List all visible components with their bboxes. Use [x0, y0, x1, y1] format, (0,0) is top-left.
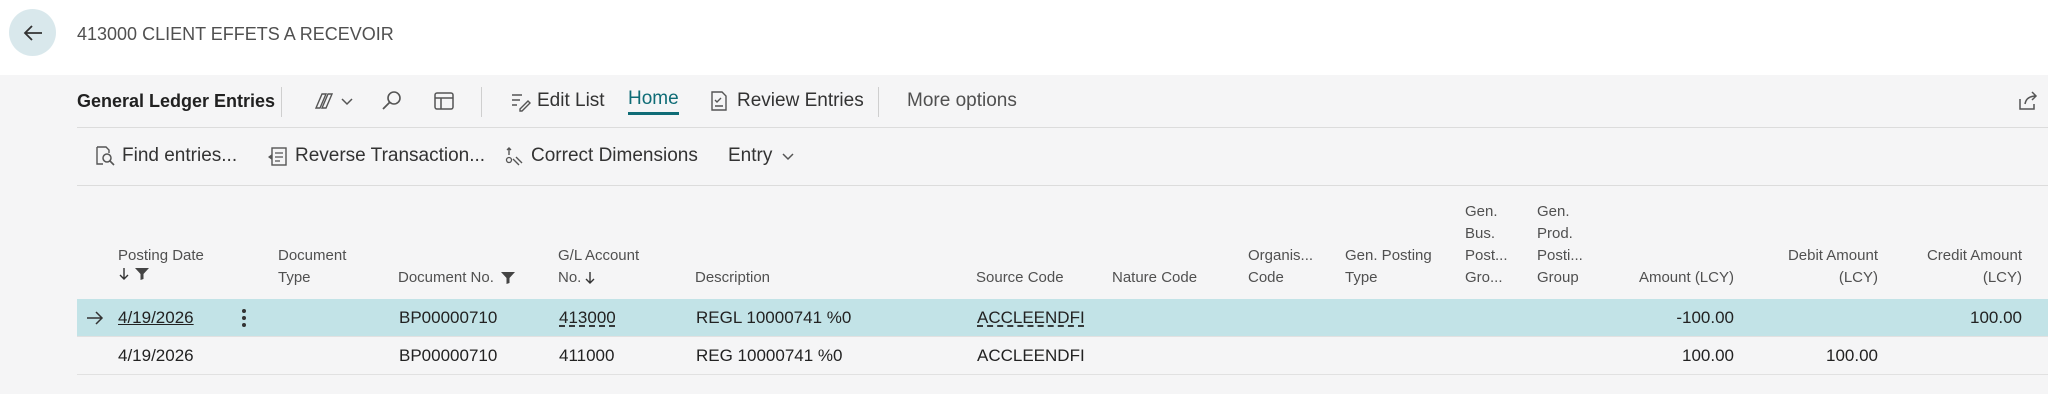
sort-descending-icon — [585, 272, 595, 284]
page-name: General Ledger Entries — [77, 90, 276, 111]
page-title: 413000 CLIENT EFFETS A RECEVOIR — [77, 24, 394, 44]
document-no-cell: BP00000710 — [399, 307, 498, 327]
column-header-document-no[interactable]: Document No. — [398, 267, 516, 289]
share-icon — [2019, 91, 2038, 110]
document-check-icon — [711, 91, 727, 111]
column-header-document-type[interactable]: Document Type — [278, 245, 346, 289]
more-vertical-icon — [242, 308, 246, 327]
column-header-amount[interactable]: Amount (LCY) — [1610, 267, 1734, 289]
column-header-source-code[interactable]: Source Code — [976, 267, 1064, 289]
description-cell: REG 10000741 %0 — [696, 345, 843, 365]
correct-dimensions-button[interactable]: Correct Dimensions — [503, 127, 698, 185]
column-header-nature-code[interactable]: Nature Code — [1112, 267, 1197, 289]
correct-dimensions-label: Correct Dimensions — [531, 145, 698, 166]
amount-cell: 100.00 — [1682, 345, 1734, 365]
view-layout-button[interactable] — [433, 75, 455, 127]
divider — [281, 87, 282, 117]
table-row[interactable]: 4/19/2026 BP00000710 413000 REGL 1000074… — [77, 299, 2048, 337]
posting-date-cell: 4/19/2026 — [118, 345, 194, 365]
column-header-gen-prod-posting-group[interactable]: Gen. Prod. Posti... Group — [1537, 201, 1583, 289]
share-button[interactable] — [2017, 75, 2039, 127]
find-entries-label: Find entries... — [122, 145, 238, 166]
document-no-cell: BP00000710 — [399, 345, 498, 365]
posting-date-cell[interactable]: 4/19/2026 — [118, 299, 194, 336]
gl-account-cell: 411000 — [559, 345, 615, 365]
column-header-credit-amount[interactable]: Credit Amount (LCY) — [1888, 245, 2022, 289]
debit-amount-cell — [1744, 299, 1878, 336]
edit-list-label: Edit List — [537, 90, 605, 111]
command-bar: Find entries... Reverse Transaction... C… — [77, 127, 2048, 186]
search-button[interactable] — [380, 75, 404, 127]
find-entries-icon — [96, 146, 115, 166]
edit-list-icon — [512, 94, 531, 112]
source-code-cell[interactable]: ACCLEENDFI — [977, 299, 1085, 336]
chevron-down-icon — [341, 98, 353, 106]
column-header-gen-posting-type[interactable]: Gen. Posting Type — [1345, 245, 1432, 289]
reverse-transaction-icon — [268, 147, 287, 166]
layout-icon — [434, 92, 454, 110]
divider — [878, 87, 879, 117]
credit-amount-cell: 100.00 — [1970, 307, 2022, 327]
sort-descending-icon — [119, 268, 129, 280]
review-entries-label: Review Entries — [737, 90, 864, 111]
search-icon — [382, 91, 401, 110]
tab-home-label: Home — [628, 88, 679, 115]
entry-menu-label: Entry — [728, 145, 773, 166]
entry-menu-button[interactable]: Entry — [728, 127, 802, 185]
reverse-transaction-label: Reverse Transaction... — [295, 145, 486, 166]
filter-icon — [500, 272, 515, 284]
column-header-gl-account[interactable]: G/L Account No. — [558, 245, 639, 289]
description-cell: REGL 10000741 %0 — [696, 307, 852, 327]
current-row-arrow-icon — [86, 299, 104, 336]
source-code-cell: ACCLEENDFI — [977, 345, 1085, 365]
amount-cell: -100.00 — [1676, 307, 1734, 327]
column-header-debit-amount[interactable]: Debit Amount (LCY) — [1744, 245, 1878, 289]
chevron-down-icon — [782, 153, 794, 161]
dimensions-icon — [505, 147, 523, 166]
edit-list-button[interactable]: Edit List — [509, 75, 605, 127]
credit-amount-cell — [1888, 337, 2022, 374]
review-entries-button[interactable]: Review Entries — [709, 75, 864, 127]
row-actions-button[interactable] — [241, 299, 247, 336]
find-entries-button[interactable]: Find entries... — [94, 127, 237, 185]
column-header-description[interactable]: Description — [695, 267, 770, 289]
debit-amount-cell: 100.00 — [1826, 345, 1878, 365]
more-options-button[interactable]: More options — [907, 75, 1017, 127]
action-bar: General Ledger Entries Edit List Home Re… — [77, 75, 2048, 128]
arrow-left-icon — [23, 24, 42, 41]
copilot-menu-button[interactable] — [311, 75, 355, 127]
column-header-gen-bus-posting-group[interactable]: Gen. Bus. Post... Gro... — [1465, 201, 1508, 289]
gl-account-cell[interactable]: 413000 — [559, 299, 616, 336]
divider — [481, 87, 482, 117]
column-header-posting-date[interactable]: Posting Date — [118, 245, 204, 281]
filter-icon — [135, 268, 149, 280]
column-header-organisation-code[interactable]: Organis... Code — [1248, 245, 1313, 289]
reverse-transaction-button[interactable]: Reverse Transaction... — [267, 127, 485, 185]
table-row[interactable]: 4/19/2026 BP00000710 411000 REG 10000741… — [77, 337, 2048, 375]
back-button[interactable] — [9, 9, 56, 56]
copilot-icon — [314, 93, 334, 109]
tab-home[interactable]: Home — [628, 75, 679, 127]
page-header: 413000 CLIENT EFFETS A RECEVOIR — [0, 0, 2048, 75]
